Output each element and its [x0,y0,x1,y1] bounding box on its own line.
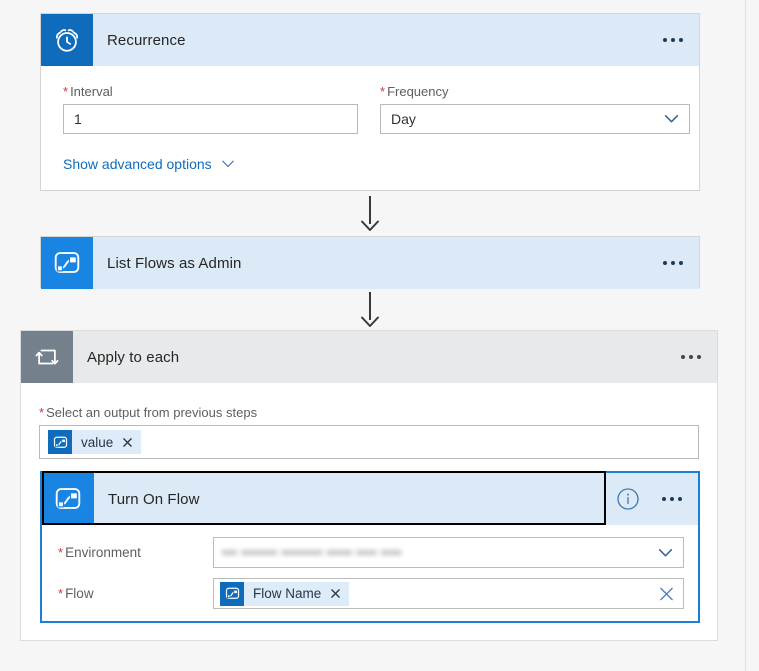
recurrence-header[interactable]: Recurrence [41,14,699,66]
power-automate-flow-icon [220,581,244,606]
flow-label: * Flow [58,586,94,601]
output-token-label: value [81,434,114,450]
apply-to-each-header[interactable]: Apply to each [21,331,717,383]
panel-divider [745,0,746,671]
recurrence-fields: * Interval 1 * Frequency Day [63,84,690,134]
select-output-input[interactable]: value [39,425,699,459]
show-advanced-options-label: Show advanced options [63,156,212,172]
interval-value: 1 [74,111,82,127]
interval-field: * Interval 1 [63,84,358,134]
power-automate-flow-icon [48,430,72,454]
flow-token-label: Flow Name [253,586,322,601]
arrow-down-icon [361,316,379,327]
environment-select[interactable]: ••• ••••••• •••••••• ••••• •••• •••• [213,537,684,568]
chevron-down-icon [221,160,234,167]
show-advanced-options-link[interactable]: Show advanced options [63,156,235,172]
info-circle-icon[interactable] [616,487,640,511]
environment-field: * Environment ••• ••••••• •••••••• ••••• … [58,537,684,568]
turn-on-flow-title: Turn On Flow [108,490,200,508]
apply-to-each-title: Apply to each [87,348,180,366]
turn-on-flow-body: * Environment ••• ••••••• •••••••• ••••• … [42,525,698,635]
flow-select[interactable]: Flow Name [213,578,684,609]
required-asterisk: * [380,84,386,99]
apply-to-each-menu-ellipsis-icon[interactable] [681,355,701,359]
step-card-list-flows-as-admin[interactable]: List Flows as Admin [40,236,700,289]
environment-value: ••• ••••••• •••••••• ••••• •••• •••• [222,545,402,560]
environment-label: * Environment [58,545,141,560]
frequency-field: * Frequency Day [380,84,690,134]
recurrence-body: * Interval 1 * Frequency Day Show advanc… [41,66,699,188]
recurrence-menu-ellipsis-icon[interactable] [663,38,683,42]
interval-input[interactable]: 1 [63,104,358,134]
chevron-down-icon[interactable] [664,115,679,124]
step-card-turn-on-flow[interactable]: Turn On Flow * Environment ••• ••••••• •… [40,471,700,623]
list-flows-menu-ellipsis-icon[interactable] [663,261,683,265]
frequency-label: * Frequency [380,84,449,99]
apply-to-each-body: * Select an output from previous steps va… [21,383,717,459]
power-automate-flow-icon [42,473,94,525]
step-card-recurrence[interactable]: Recurrence * Interval 1 * Frequency Day … [40,13,700,191]
list-flows-title: List Flows as Admin [107,254,242,272]
flow-designer-canvas: Recurrence * Interval 1 * Frequency Day … [0,0,759,671]
connector-list-flows-to-apply-to-each [358,292,382,330]
frequency-value: Day [391,111,416,127]
turn-on-flow-header[interactable]: Turn On Flow [42,471,698,525]
select-output-label: * Select an output from previous steps [39,405,258,420]
clear-x-icon[interactable] [659,586,674,601]
alarm-clock-icon [41,14,93,66]
flow-token-value[interactable]: Flow Name [220,581,350,606]
interval-label: * Interval [63,84,113,99]
recurrence-title: Recurrence [107,31,186,49]
list-flows-header[interactable]: List Flows as Admin [41,237,699,289]
connector-recurrence-to-list-flows [358,196,382,234]
loop-repeat-icon [21,331,73,383]
required-asterisk: * [58,586,64,601]
required-asterisk: * [39,405,45,420]
chevron-down-icon[interactable] [658,548,673,557]
token-remove-icon[interactable] [327,582,343,606]
frequency-select[interactable]: Day [380,104,690,134]
flow-field: * Flow Flow Name [58,578,684,609]
token-remove-icon[interactable] [119,430,135,454]
power-automate-flow-icon [41,237,93,289]
turn-on-flow-menu-ellipsis-icon[interactable] [662,497,682,501]
required-asterisk: * [58,545,64,560]
arrow-down-icon [361,220,379,231]
step-card-apply-to-each[interactable]: Apply to each * Select an output from pre… [20,330,718,641]
output-token-value[interactable]: value [48,430,142,454]
required-asterisk: * [63,84,69,99]
